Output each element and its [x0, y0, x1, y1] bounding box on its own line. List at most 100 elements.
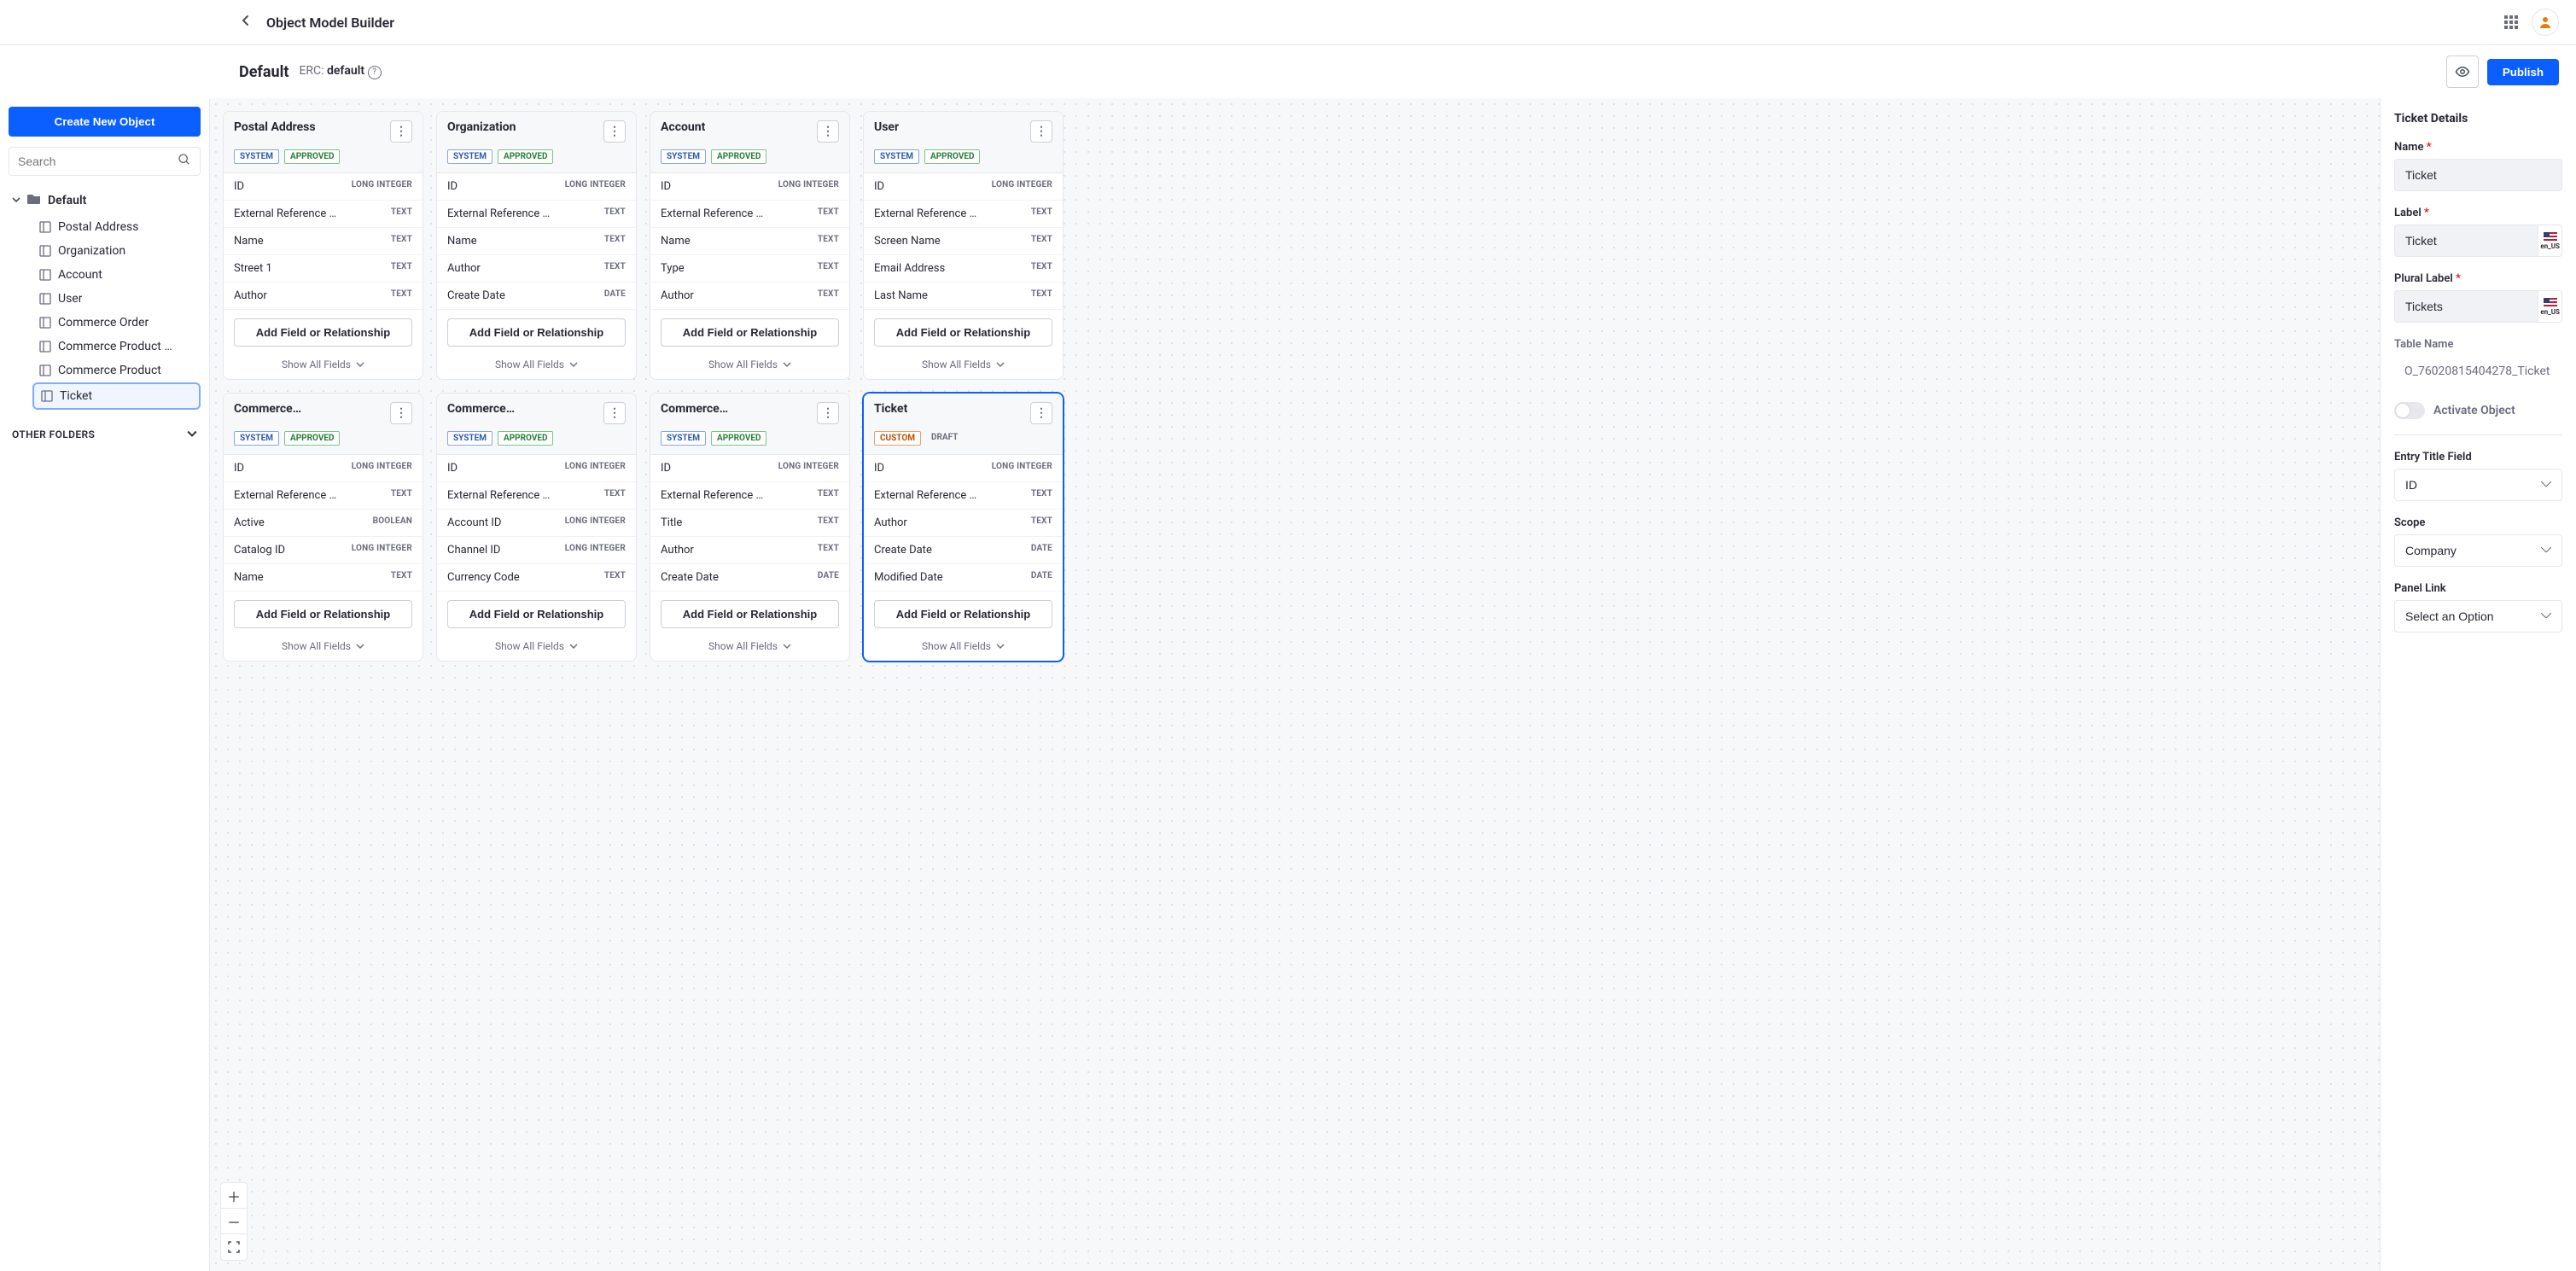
- card-menu-button[interactable]: ⋮: [390, 402, 412, 424]
- field-row[interactable]: Channel ID LONG INTEGER: [437, 537, 636, 564]
- add-field-button[interactable]: Add Field or Relationship: [874, 318, 1052, 347]
- other-folders-toggle[interactable]: OTHER FOLDERS: [9, 420, 201, 450]
- sidebar-item[interactable]: Account: [32, 263, 201, 287]
- locale-selector[interactable]: en_US: [2538, 224, 2562, 257]
- field-row[interactable]: External Reference … TEXT: [864, 482, 1063, 510]
- field-row[interactable]: ID LONG INTEGER: [437, 173, 636, 201]
- activate-toggle[interactable]: [2394, 402, 2425, 419]
- field-row[interactable]: Name TEXT: [224, 564, 423, 592]
- field-row[interactable]: Account ID LONG INTEGER: [437, 510, 636, 537]
- zoom-out-button[interactable]: －: [221, 1209, 247, 1234]
- zoom-in-button[interactable]: ＋: [221, 1183, 247, 1209]
- show-all-fields[interactable]: Show All Fields: [864, 637, 1063, 661]
- show-all-fields[interactable]: Show All Fields: [224, 637, 423, 661]
- field-row[interactable]: Email Address TEXT: [864, 255, 1063, 283]
- add-field-button[interactable]: Add Field or Relationship: [447, 600, 626, 628]
- panel-link-select[interactable]: Select an Option: [2394, 600, 2562, 633]
- object-card[interactable]: Commerce P… ⋮ SYSTEMAPPROVED ID LONG INT…: [223, 393, 423, 662]
- field-row[interactable]: ID LONG INTEGER: [437, 455, 636, 482]
- field-row[interactable]: Last Name TEXT: [864, 283, 1063, 310]
- field-row[interactable]: External Reference … TEXT: [864, 201, 1063, 228]
- apps-icon[interactable]: [2504, 15, 2518, 29]
- sidebar-item[interactable]: Commerce Order: [32, 311, 201, 335]
- object-card[interactable]: Account ⋮ SYSTEMAPPROVED ID LONG INTEGER…: [650, 111, 850, 380]
- name-input[interactable]: [2394, 159, 2562, 191]
- field-row[interactable]: Name TEXT: [650, 228, 849, 255]
- locale-selector[interactable]: en_US: [2538, 290, 2562, 323]
- folder-default[interactable]: Default: [9, 186, 201, 215]
- canvas[interactable]: Postal Address ⋮ SYSTEMAPPROVED ID LONG …: [209, 98, 2380, 1271]
- field-row[interactable]: Currency Code TEXT: [437, 564, 636, 592]
- show-all-fields[interactable]: Show All Fields: [650, 637, 849, 661]
- scope-select[interactable]: Company: [2394, 534, 2562, 567]
- card-menu-button[interactable]: ⋮: [603, 402, 626, 424]
- zoom-fit-button[interactable]: [221, 1234, 247, 1260]
- avatar-button[interactable]: [2532, 9, 2559, 36]
- label-input[interactable]: [2394, 224, 2538, 257]
- card-menu-button[interactable]: ⋮: [1030, 120, 1052, 143]
- publish-button[interactable]: Publish: [2487, 59, 2559, 85]
- field-row[interactable]: Modified Date DATE: [864, 564, 1063, 592]
- object-card[interactable]: Postal Address ⋮ SYSTEMAPPROVED ID LONG …: [223, 111, 423, 380]
- sidebar-item[interactable]: Organization: [32, 239, 201, 263]
- search-input[interactable]: [18, 155, 178, 168]
- create-object-button[interactable]: Create New Object: [9, 107, 201, 137]
- back-chevron-icon[interactable]: [239, 14, 253, 32]
- field-row[interactable]: ID LONG INTEGER: [650, 455, 849, 482]
- field-row[interactable]: ID LONG INTEGER: [650, 173, 849, 201]
- preview-button[interactable]: [2446, 55, 2479, 88]
- card-menu-button[interactable]: ⋮: [817, 120, 839, 143]
- field-row[interactable]: Create Date DATE: [650, 564, 849, 592]
- object-card[interactable]: Ticket ⋮ CUSTOMDRAFT ID LONG INTEGER Ext…: [863, 393, 1064, 662]
- card-menu-button[interactable]: ⋮: [817, 402, 839, 424]
- field-row[interactable]: Catalog ID LONG INTEGER: [224, 537, 423, 564]
- entry-title-select[interactable]: ID: [2394, 469, 2562, 501]
- search-input-wrap[interactable]: [9, 147, 201, 176]
- field-row[interactable]: External Reference … TEXT: [224, 482, 423, 510]
- field-row[interactable]: Author TEXT: [224, 283, 423, 310]
- card-menu-button[interactable]: ⋮: [390, 120, 412, 143]
- field-row[interactable]: ID LONG INTEGER: [864, 455, 1063, 482]
- field-row[interactable]: ID LONG INTEGER: [864, 173, 1063, 201]
- field-row[interactable]: Create Date DATE: [437, 283, 636, 310]
- sidebar-item[interactable]: User: [32, 287, 201, 311]
- sidebar-item[interactable]: Postal Address: [32, 215, 201, 239]
- sidebar-item[interactable]: Commerce Product …: [32, 335, 201, 359]
- field-row[interactable]: External Reference … TEXT: [224, 201, 423, 228]
- show-all-fields[interactable]: Show All Fields: [864, 355, 1063, 379]
- add-field-button[interactable]: Add Field or Relationship: [874, 600, 1052, 628]
- field-row[interactable]: Type TEXT: [650, 255, 849, 283]
- show-all-fields[interactable]: Show All Fields: [650, 355, 849, 379]
- sidebar-item[interactable]: Ticket: [32, 382, 201, 410]
- add-field-button[interactable]: Add Field or Relationship: [234, 600, 412, 628]
- field-row[interactable]: Author TEXT: [437, 255, 636, 283]
- show-all-fields[interactable]: Show All Fields: [437, 355, 636, 379]
- object-card[interactable]: Commerce … ⋮ SYSTEMAPPROVED ID LONG INTE…: [436, 393, 637, 662]
- object-card[interactable]: Organization ⋮ SYSTEMAPPROVED ID LONG IN…: [436, 111, 637, 380]
- field-row[interactable]: Create Date DATE: [864, 537, 1063, 564]
- field-row[interactable]: Author TEXT: [650, 537, 849, 564]
- field-row[interactable]: Name TEXT: [224, 228, 423, 255]
- add-field-button[interactable]: Add Field or Relationship: [234, 318, 412, 347]
- field-row[interactable]: External Reference … TEXT: [437, 201, 636, 228]
- field-row[interactable]: ID LONG INTEGER: [224, 173, 423, 201]
- add-field-button[interactable]: Add Field or Relationship: [447, 318, 626, 347]
- plural-label-input[interactable]: [2394, 290, 2538, 323]
- card-menu-button[interactable]: ⋮: [1030, 402, 1052, 424]
- sidebar-item[interactable]: Commerce Product: [32, 359, 201, 382]
- field-row[interactable]: Author TEXT: [650, 283, 849, 310]
- field-row[interactable]: Author TEXT: [864, 510, 1063, 537]
- field-row[interactable]: ID LONG INTEGER: [224, 455, 423, 482]
- object-card[interactable]: Commerce P… ⋮ SYSTEMAPPROVED ID LONG INT…: [650, 393, 850, 662]
- object-card[interactable]: User ⋮ SYSTEMAPPROVED ID LONG INTEGER Ex…: [863, 111, 1064, 380]
- field-row[interactable]: Active BOOLEAN: [224, 510, 423, 537]
- show-all-fields[interactable]: Show All Fields: [437, 637, 636, 661]
- field-row[interactable]: External Reference … TEXT: [650, 482, 849, 510]
- field-row[interactable]: External Reference … TEXT: [437, 482, 636, 510]
- card-menu-button[interactable]: ⋮: [603, 120, 626, 143]
- show-all-fields[interactable]: Show All Fields: [224, 355, 423, 379]
- add-field-button[interactable]: Add Field or Relationship: [661, 318, 839, 347]
- field-row[interactable]: Name TEXT: [437, 228, 636, 255]
- info-icon[interactable]: ?: [368, 66, 382, 79]
- field-row[interactable]: Title TEXT: [650, 510, 849, 537]
